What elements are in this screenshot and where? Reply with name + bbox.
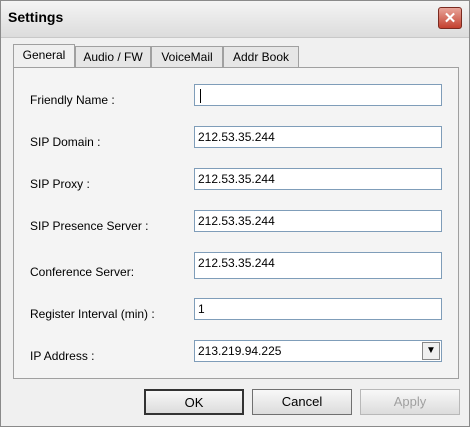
friendly-name-field[interactable] bbox=[194, 84, 442, 106]
sip-proxy-field[interactable]: 212.53.35.244 bbox=[194, 168, 442, 190]
ip-address-select[interactable]: 213.219.94.225 ▼ bbox=[194, 340, 442, 362]
conference-server-label: Conference Server: bbox=[30, 265, 135, 279]
ok-button[interactable]: OK bbox=[144, 389, 244, 415]
ip-address-label: IP Address : bbox=[30, 349, 95, 363]
sip-domain-field[interactable]: 212.53.35.244 bbox=[194, 126, 442, 148]
tab-addr-book[interactable]: Addr Book bbox=[223, 46, 299, 67]
close-icon: ✕ bbox=[443, 10, 457, 27]
register-interval-field[interactable]: 1 bbox=[194, 298, 442, 320]
close-button[interactable]: ✕ bbox=[438, 7, 462, 29]
conference-server-field[interactable]: 212.53.35.244 bbox=[194, 252, 442, 279]
friendly-name-label: Friendly Name : bbox=[30, 93, 115, 107]
title-bar[interactable]: Settings ✕ bbox=[1, 1, 469, 38]
ip-address-dropdown-button[interactable]: ▼ bbox=[422, 342, 440, 360]
sip-presence-server-label: SIP Presence Server : bbox=[30, 219, 149, 233]
settings-dialog: Settings ✕ General Audio / FW VoiceMail … bbox=[0, 0, 470, 427]
sip-presence-server-field[interactable]: 212.53.35.244 bbox=[194, 210, 442, 232]
tab-audio-fw[interactable]: Audio / FW bbox=[75, 46, 151, 67]
tab-general[interactable]: General bbox=[13, 44, 75, 67]
tab-voicemail[interactable]: VoiceMail bbox=[151, 46, 223, 67]
apply-button[interactable]: Apply bbox=[360, 389, 460, 415]
cancel-button[interactable]: Cancel bbox=[252, 389, 352, 415]
chevron-down-icon: ▼ bbox=[426, 345, 436, 356]
text-caret bbox=[200, 88, 201, 103]
sip-domain-label: SIP Domain : bbox=[30, 135, 101, 149]
register-interval-label: Register Interval (min) : bbox=[30, 307, 155, 321]
window-title: Settings bbox=[8, 9, 64, 25]
ip-address-value: 213.219.94.225 bbox=[198, 344, 282, 358]
sip-proxy-label: SIP Proxy : bbox=[30, 177, 90, 191]
